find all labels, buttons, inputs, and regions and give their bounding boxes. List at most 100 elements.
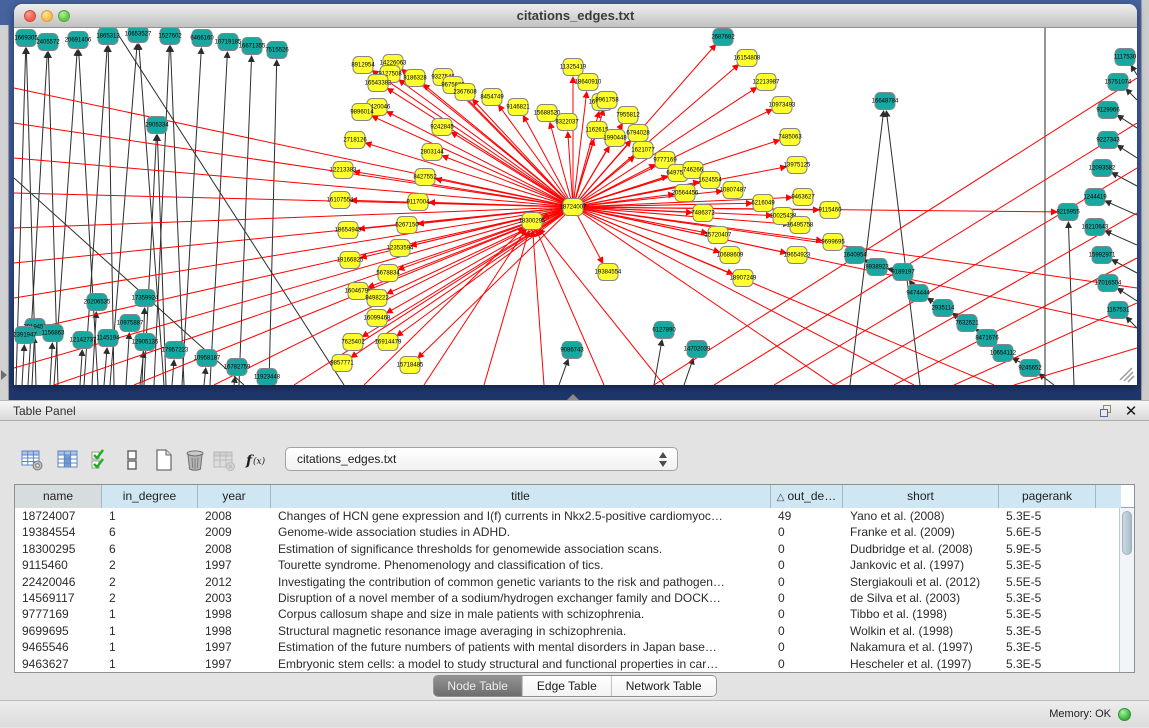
table-row[interactable]: 1830029562008Estimation of significance … [15,541,1134,557]
delete-column-button[interactable] [181,446,209,474]
citation-edge-red [14,207,573,298]
citation-edge-black [1118,116,1137,128]
table-row[interactable]: 1938455462009Genome-wide association stu… [15,524,1134,540]
citation-edge-red [573,207,1137,328]
cytoscape-network-desktop: citations_edges.txt 16693052405572206914… [0,0,1149,400]
graph-node-label: 9961758 [595,98,619,104]
graph-node-label: 16782759 [224,365,251,371]
table-row[interactable]: 911546021997Tourette syndrome. Phenomeno… [15,557,1134,573]
table-vertical-scrollbar[interactable] [1119,508,1134,672]
resize-grip-icon[interactable] [1120,368,1134,382]
table-cell: Nakamura et al. (1997) [843,639,999,655]
table-panel-title: Table Panel [13,401,76,422]
graph-node-label: 9896014 [350,110,374,116]
green-checks-icon [90,448,114,472]
graph-node-label: 13975125 [784,163,811,169]
tab-edge-table[interactable]: Edge Table [523,676,612,696]
citation-edge-black [886,112,920,385]
table-row[interactable]: 1456911722003Disruption of a novel membe… [15,590,1134,606]
graph-node-label: 8912954 [351,63,375,69]
table-cell: 2003 [198,590,271,606]
citation-edge-black [1106,201,1137,215]
graph-node-label: 10958187 [194,356,221,362]
graph-node-label: 14702039 [684,347,711,353]
tab-node-table[interactable]: Node Table [433,676,523,696]
table-disabled-icon [212,448,236,472]
new-column-button[interactable] [150,446,178,474]
tab-network-table[interactable]: Network Table [612,676,716,696]
graph-node-label: 10975887 [117,321,144,327]
graph-node-label: 1156863 [42,331,66,337]
table-cell: 9463627 [15,656,102,672]
node-attribute-table: name in_degree year title △out_de… short… [14,484,1135,673]
graph-node-label: 8454749 [480,95,504,101]
table-row[interactable]: 969969511998Structural magnetic resonanc… [15,623,1134,639]
close-panel-icon[interactable]: ✕ [1122,402,1140,422]
graph-node-label: 2391947 [14,333,37,339]
table-cell: Corpus callosum shape and size in male p… [271,606,771,622]
column-header-pagerank[interactable]: pagerank [999,485,1096,508]
network-canvas[interactable]: 1669305240557220691406186531210653527152… [14,28,1137,385]
table-cell: Genome-wide association studies in ADHD. [271,524,771,540]
column-header-filler [1096,485,1121,508]
select-columns-button[interactable] [88,446,116,474]
citation-edge-red [14,207,573,228]
table-row[interactable]: 2242004622012Investigating the contribut… [15,574,1134,590]
table-tab-bar: Node TableEdge TableNetwork Table [0,675,1149,697]
table-panel: Table Panel ✕ [0,400,1149,727]
graph-node-label: 16107554 [327,198,354,204]
table-cell: 0 [771,606,843,622]
graph-node-label: 11923448 [254,375,281,381]
table-row[interactable]: 977716911998Corpus callosum shape and si… [15,606,1134,622]
citation-edge-black [1040,374,1054,385]
citation-edge-red [373,117,573,207]
graph-node-label: 6794028 [626,131,650,137]
table-cell-filler [1096,623,1121,639]
table-cell: 5.3E-5 [999,656,1096,672]
table-cell: 5.3E-5 [999,623,1096,639]
scrollbar-thumb[interactable] [1122,511,1132,555]
citation-edge-black [50,344,52,385]
expand-left-panel-icon[interactable] [1,370,7,380]
window-titlebar[interactable]: citations_edges.txt [14,4,1137,28]
table-cell: 2009 [198,524,271,540]
graph-node-label: 18300295 [519,219,546,225]
graph-node-label: 9189197 [891,270,915,276]
graph-node-label: 11325419 [560,65,587,71]
citation-edge-black [1106,231,1137,245]
graph-node-label: 8322037 [555,120,579,126]
float-panel-icon[interactable] [1100,405,1113,418]
table-row[interactable]: 946554611997Estimation of the future num… [15,639,1134,655]
table-mode-button[interactable] [18,446,46,474]
table-row[interactable]: 1872400712008Changes of HCN gene express… [15,508,1134,524]
show-columns-button[interactable] [54,446,82,474]
graph-node-label: 9474444 [906,291,930,297]
graph-node-label: 9498222 [365,296,389,302]
citation-edge-red [484,232,529,385]
graph-node-label: 7485063 [778,135,802,141]
column-header-out-degree[interactable]: △out_de… [771,485,843,508]
citation-edge-black [269,61,277,385]
network-table-selector[interactable]: citations_edges.txt [285,447,678,471]
column-header-name[interactable]: name [15,485,102,508]
column-header-title[interactable]: title [271,485,771,508]
column-header-year[interactable]: year [198,485,271,508]
citation-edge-black [559,360,568,385]
graph-node-label: 16671355 [239,44,266,50]
import-table-button[interactable] [210,446,238,474]
graph-node-label: 16154808 [734,56,761,62]
graph-node-label: 18724007 [560,205,587,211]
graph-node-label: 2367608 [453,90,477,96]
table-cell-filler [1096,508,1121,524]
column-header-short[interactable]: short [843,485,999,508]
table-row[interactable]: 946362711997Embryonic stem cells: a mode… [15,656,1134,672]
citation-edge-black [172,361,174,385]
selected-network-name: citations_edges.txt [297,448,396,470]
column-header-in-degree[interactable]: in_degree [102,485,198,508]
function-builder-button[interactable]: f (x) [242,446,270,474]
table-panel-header[interactable]: Table Panel ✕ [0,400,1149,421]
row-options-button[interactable] [118,446,146,474]
graph-node-label: 9146821 [506,105,530,111]
citation-edge-red [443,156,573,207]
network-view-window: citations_edges.txt 16693052405572206914… [14,4,1137,385]
